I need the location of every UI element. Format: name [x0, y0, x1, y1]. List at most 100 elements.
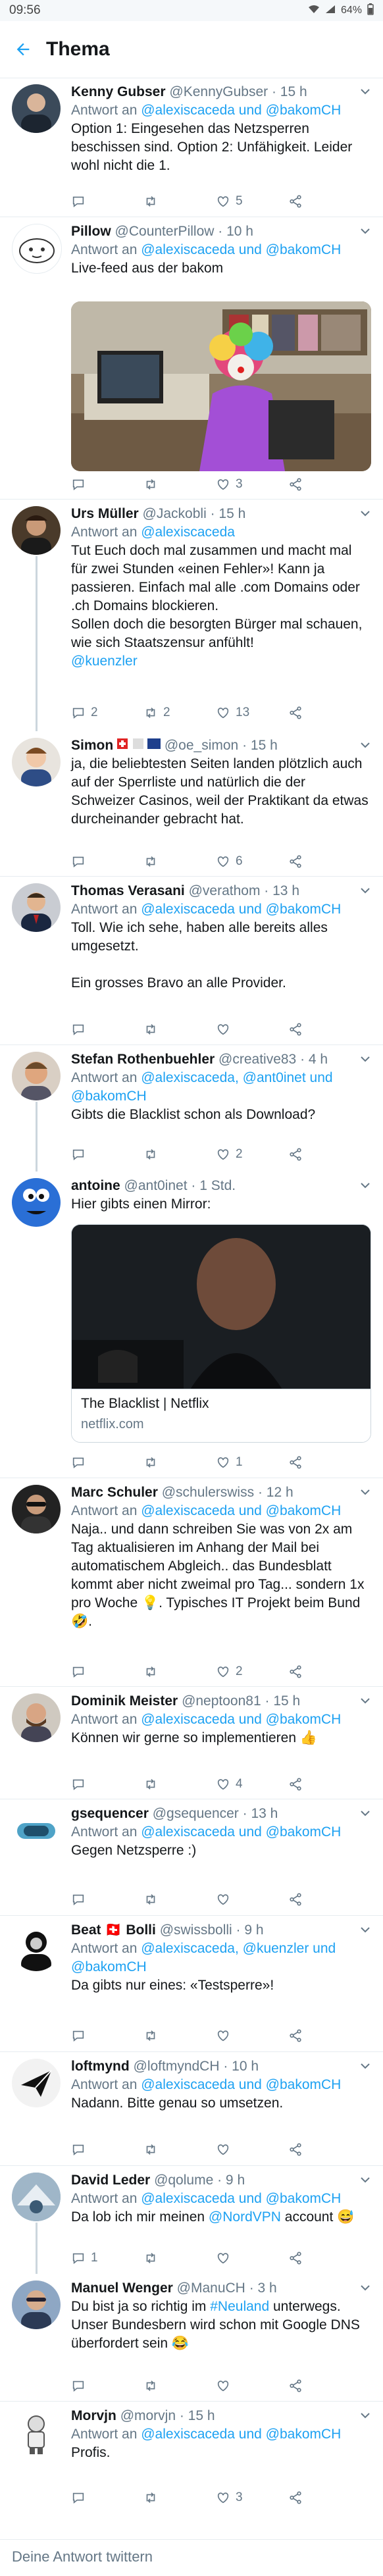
retweet-button[interactable]: 2	[143, 706, 216, 720]
author-name[interactable]: gsequencer	[71, 1806, 149, 1821]
tweet[interactable]: loftmynd @loftmyndCH · 10 h Antwort an @…	[0, 2052, 383, 2166]
tweet[interactable]: Marc Schuler @schulerswiss · 12 h Antwor…	[0, 1478, 383, 1687]
reply-mentions[interactable]: @alexiscaceda und @bakomCH	[141, 2191, 341, 2206]
like-button[interactable]: 5	[216, 194, 288, 209]
reply-mentions[interactable]: @alexiscaceda und @bakomCH	[141, 2077, 341, 2092]
author-name[interactable]: antoine	[71, 1178, 120, 1193]
reply-mentions[interactable]: @alexiscaceda	[141, 525, 235, 540]
like-button[interactable]: 3	[216, 477, 288, 492]
like-button[interactable]: 2	[216, 1147, 288, 1162]
like-button[interactable]: 13	[216, 706, 288, 720]
avatar[interactable]	[12, 1693, 61, 1742]
share-button[interactable]	[288, 1777, 361, 1791]
retweet-button[interactable]	[143, 1777, 216, 1791]
share-button[interactable]	[288, 1892, 361, 1907]
author-name[interactable]: Dominik Meister	[71, 1693, 178, 1709]
author-name[interactable]: Pillow	[71, 224, 111, 239]
share-button[interactable]	[288, 1147, 361, 1162]
reply-button[interactable]	[71, 1664, 143, 1679]
tweet[interactable]: Kenny Gubser @KennyGubser · 15 h Antwort…	[0, 78, 383, 217]
like-button[interactable]	[216, 2142, 288, 2157]
author-name[interactable]: loftmynd	[71, 2059, 130, 2074]
tweet-mention-link[interactable]: @kuenzler	[71, 654, 138, 669]
avatar[interactable]	[12, 2408, 61, 2457]
tweet-image[interactable]	[71, 301, 371, 471]
retweet-button[interactable]	[143, 2251, 216, 2265]
avatar[interactable]	[12, 883, 61, 932]
reply-button[interactable]	[71, 2142, 143, 2157]
retweet-button[interactable]	[143, 854, 216, 869]
reply-button[interactable]	[71, 1147, 143, 1162]
reply-mentions[interactable]: @alexiscaceda und @bakomCH	[141, 1503, 341, 1518]
reply-button[interactable]	[71, 854, 143, 869]
author-name[interactable]: Beat 🇨🇭 Bolli	[71, 1922, 156, 1938]
share-button[interactable]	[288, 1455, 361, 1470]
tweet[interactable]: David Leder @qolume · 9 h Antwort an @al…	[0, 2166, 383, 2274]
author-name[interactable]: Kenny Gubser	[71, 84, 166, 99]
retweet-button[interactable]	[143, 2142, 216, 2157]
tweet[interactable]: Thomas Verasani @verathom · 13 h Antwort…	[0, 877, 383, 1045]
like-button[interactable]	[216, 2379, 288, 2393]
link-card[interactable]: The Blacklist | Netflix netflix.com	[71, 1224, 371, 1443]
tweet[interactable]: Morvjn @morvjn · 15 h Antwort an @alexis…	[0, 2402, 383, 2513]
retweet-button[interactable]	[143, 1147, 216, 1162]
reply-button[interactable]	[71, 1892, 143, 1907]
tweet[interactable]: Pillow @CounterPillow · 10 h Antwort an …	[0, 217, 383, 500]
tweet[interactable]: Dominik Meister @neptoon81 · 15 h Antwor…	[0, 1687, 383, 1799]
share-button[interactable]	[288, 2028, 361, 2043]
share-button[interactable]	[288, 194, 361, 209]
reply-mentions[interactable]: @alexiscaceda und @bakomCH	[141, 902, 341, 917]
reply-mentions[interactable]: @alexiscaceda und @bakomCH	[141, 1712, 341, 1727]
avatar[interactable]	[12, 738, 61, 786]
retweet-button[interactable]	[143, 1455, 216, 1470]
reply-mentions[interactable]: @alexiscaceda und @bakomCH	[141, 1824, 341, 1840]
like-button[interactable]: 1	[216, 1455, 288, 1470]
share-button[interactable]	[288, 854, 361, 869]
reply-button[interactable]	[71, 2490, 143, 2505]
avatar[interactable]	[12, 506, 61, 555]
retweet-button[interactable]	[143, 2028, 216, 2043]
avatar[interactable]	[12, 2173, 61, 2221]
reply-button[interactable]	[71, 1777, 143, 1791]
reply-input[interactable]: Deine Antwort twittern	[12, 2544, 371, 2570]
author-name[interactable]: Marc Schuler	[71, 1485, 158, 1500]
retweet-button[interactable]	[143, 2490, 216, 2505]
retweet-button[interactable]	[143, 1022, 216, 1037]
share-button[interactable]	[288, 2490, 361, 2505]
share-button[interactable]	[288, 1664, 361, 1679]
like-button[interactable]	[216, 2251, 288, 2265]
reply-button[interactable]	[71, 477, 143, 492]
reply-button[interactable]	[71, 194, 143, 209]
avatar[interactable]	[12, 1485, 61, 1533]
retweet-button[interactable]	[143, 1892, 216, 1907]
reply-button[interactable]	[71, 1455, 143, 1470]
tweet[interactable]: Simon @oe_simon · 15 h ja, die beliebtes…	[0, 731, 383, 877]
avatar[interactable]	[12, 84, 61, 133]
avatar[interactable]	[12, 2059, 61, 2107]
reply-mentions[interactable]: @alexiscaceda und @bakomCH	[141, 2427, 341, 2442]
like-button[interactable]: 2	[216, 1664, 288, 1679]
avatar[interactable]	[12, 224, 62, 274]
avatar[interactable]	[12, 2280, 61, 2329]
like-button[interactable]	[216, 1892, 288, 1907]
retweet-button[interactable]	[143, 477, 216, 492]
tweet[interactable]: gsequencer @gsequencer · 13 h Antwort an…	[0, 1799, 383, 1916]
avatar[interactable]	[12, 1922, 61, 1971]
share-button[interactable]	[288, 2379, 361, 2393]
tweet[interactable]: Stefan Rothenbuehler @creative83 · 4 h A…	[0, 1045, 383, 1172]
share-button[interactable]	[288, 706, 361, 720]
avatar[interactable]	[12, 1052, 61, 1100]
avatar[interactable]	[12, 1806, 61, 1855]
retweet-button[interactable]	[143, 2379, 216, 2393]
author-name[interactable]: Manuel Wenger	[71, 2280, 173, 2296]
share-button[interactable]	[288, 2142, 361, 2157]
like-button[interactable]: 3	[216, 2490, 288, 2505]
like-button[interactable]	[216, 2028, 288, 2043]
tweet[interactable]: Manuel Wenger @ManuCH · 3 h Du bist ja s…	[0, 2274, 383, 2402]
author-name[interactable]: Stefan Rothenbuehler	[71, 1052, 215, 1067]
tweet[interactable]: antoine @ant0inet · 1 Std. Hier gibts ei…	[0, 1172, 383, 1478]
reply-mentions[interactable]: @alexiscaceda und @bakomCH	[141, 242, 341, 257]
avatar[interactable]	[12, 1178, 61, 1227]
retweet-button[interactable]	[143, 1664, 216, 1679]
like-button[interactable]: 6	[216, 854, 288, 869]
